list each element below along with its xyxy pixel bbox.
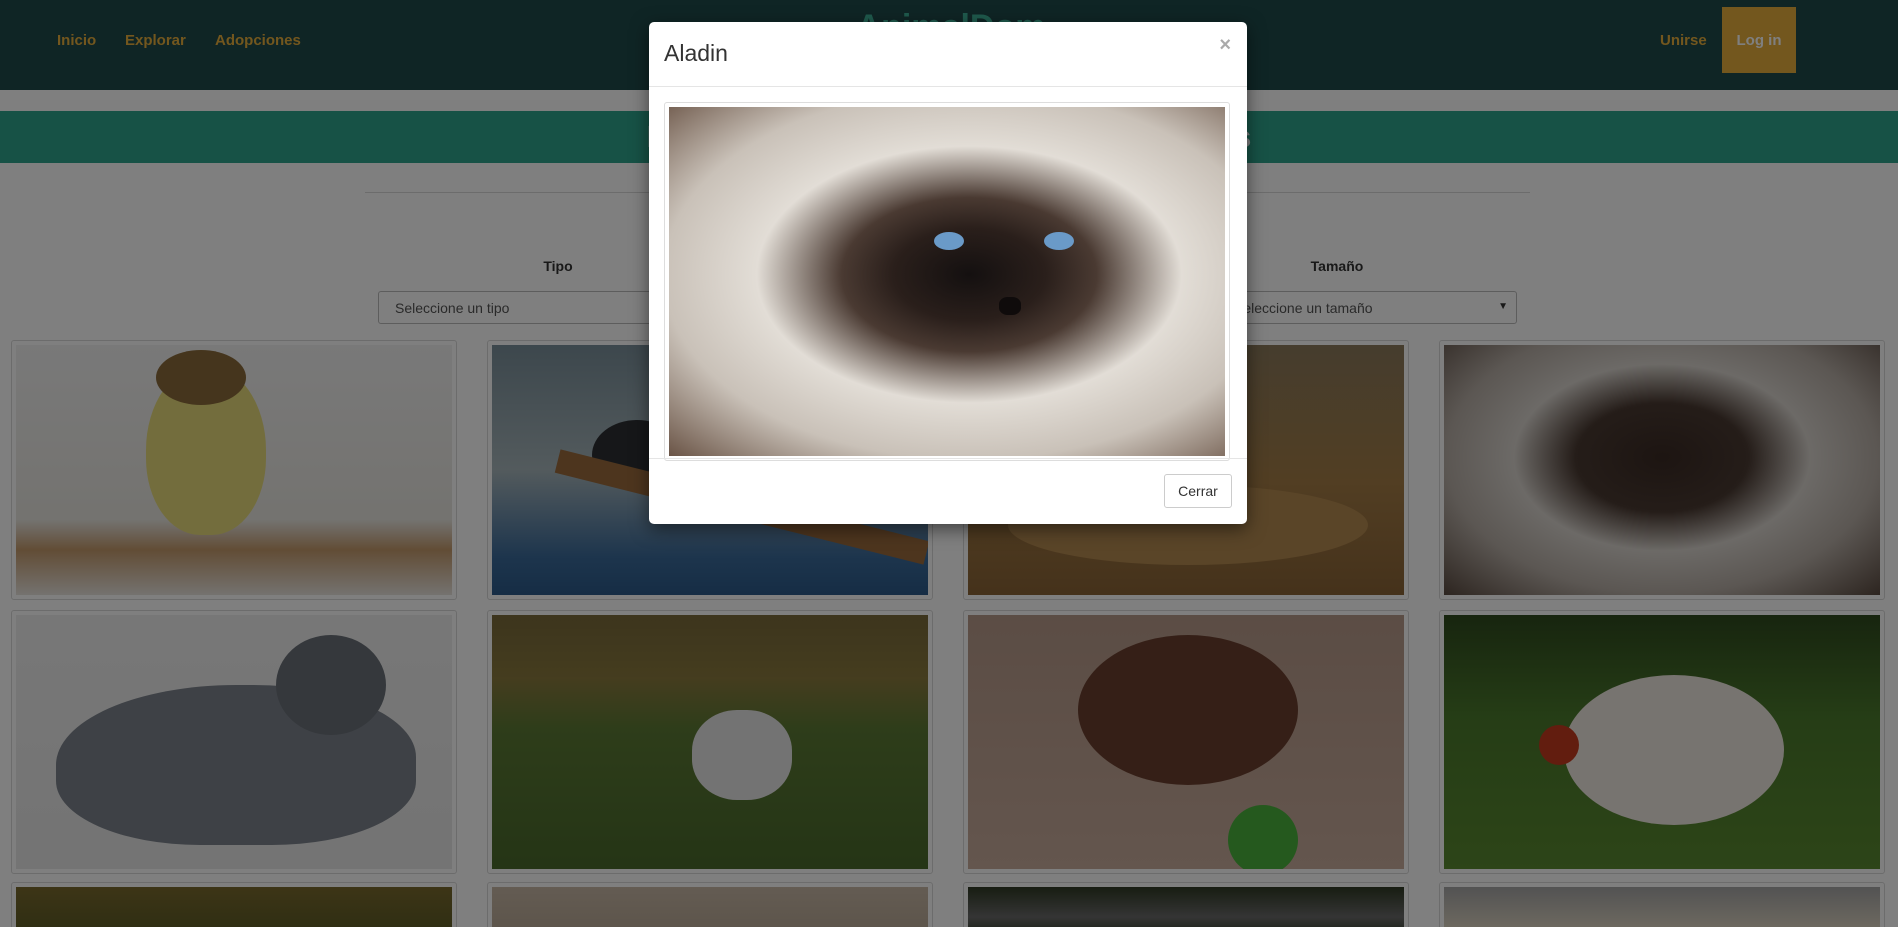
pet-modal: Aladin × Cerrar	[649, 22, 1247, 524]
modal-title: Aladin	[664, 40, 728, 66]
modal-footer-divider	[649, 458, 1247, 459]
modal-image-frame	[664, 102, 1230, 461]
pet-photo-siamese-cat	[669, 107, 1225, 456]
close-button[interactable]: Cerrar	[1164, 474, 1232, 508]
close-icon[interactable]: ×	[1219, 34, 1231, 57]
modal-header-divider	[649, 86, 1247, 87]
